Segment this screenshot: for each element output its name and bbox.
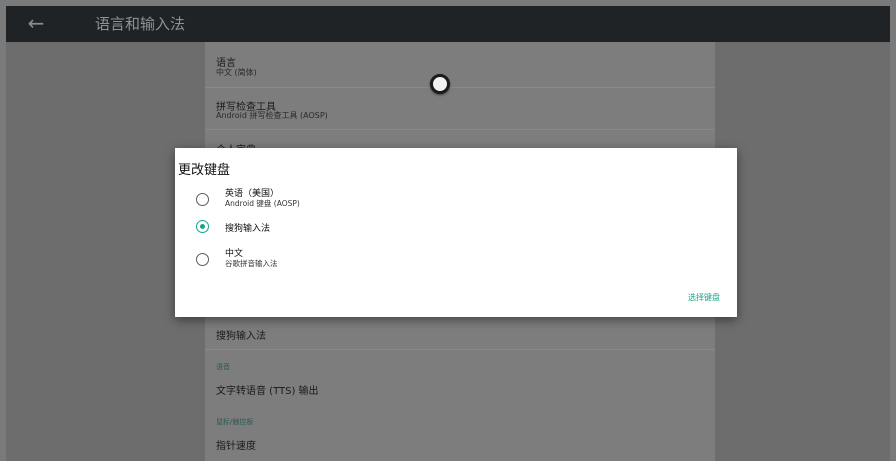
setting-current-keyboard-title: 搜狗输入法 <box>216 331 266 342</box>
setting-spellcheck[interactable]: 拼写检查工具 Android 拼写检查工具 (AOSP) <box>205 88 715 130</box>
setting-pointer-speed-title: 指针速度 <box>216 441 256 452</box>
divider <box>205 349 715 350</box>
category-pointer: 鼠标/触控板 <box>216 418 254 426</box>
mouse-cursor-icon <box>430 74 450 94</box>
choose-keyboard-button[interactable]: 选择键盘 <box>688 292 720 303</box>
setting-tts[interactable]: 文字转语音 (TTS) 输出 <box>205 374 715 404</box>
dialog-title: 更改键盘 <box>178 163 231 178</box>
setting-pointer-speed[interactable]: 指针速度 <box>205 430 715 460</box>
option-title: 搜狗输入法 <box>225 224 271 234</box>
radio-checked-icon[interactable] <box>196 220 209 233</box>
option-subtitle: 谷歌拼音输入法 <box>225 259 278 268</box>
category-speech: 语音 <box>216 363 230 371</box>
page-title: 语言和输入法 <box>95 15 186 33</box>
setting-language-subtitle: 中文 (简体) <box>216 68 257 77</box>
arrow-left-icon[interactable]: ← <box>24 11 48 35</box>
radio-unchecked-icon[interactable] <box>196 193 209 206</box>
setting-spellcheck-subtitle: Android 拼写检查工具 (AOSP) <box>216 111 328 120</box>
app-bar: ← 语言和输入法 <box>6 6 890 42</box>
radio-unchecked-icon[interactable] <box>196 253 209 266</box>
change-keyboard-dialog: 更改键盘 英语（美国） Android 键盘 (AOSP) 搜狗输入法 中文 谷… <box>175 148 737 317</box>
keyboard-option-chinese-google-pinyin[interactable]: 中文 谷歌拼音输入法 <box>193 245 633 275</box>
setting-language[interactable]: 语言 中文 (简体) <box>205 42 715 88</box>
setting-tts-title: 文字转语音 (TTS) 输出 <box>216 386 319 397</box>
option-subtitle: Android 键盘 (AOSP) <box>225 199 300 208</box>
setting-current-keyboard[interactable]: 搜狗输入法 <box>205 318 715 350</box>
keyboard-option-sogou[interactable]: 搜狗输入法 <box>193 218 633 248</box>
keyboard-option-english-us[interactable]: 英语（美国） Android 键盘 (AOSP) <box>193 185 633 215</box>
